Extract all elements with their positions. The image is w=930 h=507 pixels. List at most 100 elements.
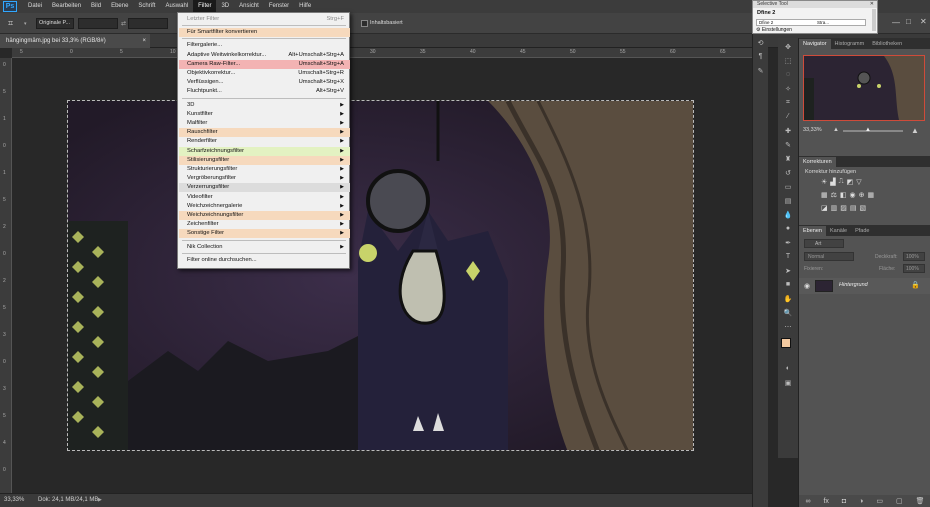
layer-filter-select[interactable]: Art — [804, 239, 844, 248]
lookup-icon[interactable]: ▦ — [868, 191, 875, 199]
filter-menu-item[interactable]: 3D ▶ — [179, 101, 350, 110]
filter-menu-item[interactable]: Rauschfilter ▶ — [179, 128, 350, 138]
stamp-tool-icon[interactable]: ♜ — [782, 153, 794, 164]
levels-icon[interactable]: ▟ — [830, 178, 835, 186]
layer-name[interactable]: Hintergrund — [839, 282, 868, 288]
zoom-out-icon[interactable]: ▲ — [833, 127, 839, 133]
curves-icon[interactable]: ⎍ — [839, 178, 844, 186]
tab-histogramm[interactable]: Histogramm — [831, 39, 869, 49]
brightness-icon[interactable]: ☀ — [821, 178, 827, 186]
hand-tool-icon[interactable]: ✋ — [782, 293, 794, 304]
adjustment-layer-icon[interactable]: ◑ — [859, 498, 863, 505]
colorbalance-icon[interactable]: ⚖ — [831, 191, 837, 199]
document-tab[interactable]: hängingmäm.jpg bei 33,3% (RGB/8#) × — [0, 34, 150, 48]
crop-tool-icon[interactable]: ⌗ — [782, 97, 794, 108]
color-swatches[interactable] — [778, 338, 798, 360]
menu-bild[interactable]: Bild — [86, 0, 106, 13]
filter-menu-item[interactable]: Videofilter ▶ — [179, 193, 350, 202]
path-select-tool-icon[interactable]: ➤ — [782, 265, 794, 276]
dodge-tool-icon[interactable]: ● — [782, 223, 794, 234]
history-icon[interactable]: ⟲ — [755, 37, 767, 48]
selective-settings[interactable]: ⚙ Einstellungen — [756, 27, 792, 33]
opacity-field[interactable]: 100% — [903, 252, 925, 261]
mask-icon[interactable]: ◘ — [842, 498, 846, 505]
threshold-icon[interactable]: ▨ — [840, 204, 847, 212]
tab-korrekturen[interactable]: Korrekturen — [799, 157, 836, 167]
trash-icon[interactable]: 🗑 — [916, 497, 925, 505]
tab-pfade[interactable]: Pfade — [851, 226, 873, 236]
tab-close-icon[interactable]: × — [142, 34, 146, 48]
filter-menu-item[interactable]: Fluchtpunkt... Alt+Strg+V — [179, 87, 350, 96]
tab-navigator[interactable]: Navigator — [799, 39, 831, 49]
lasso-tool-icon[interactable]: ◌ — [782, 69, 794, 80]
height-field[interactable] — [128, 18, 168, 29]
invert-icon[interactable]: ◪ — [821, 204, 828, 212]
link-icon[interactable]: ∞ — [805, 498, 810, 505]
pen-tool-icon[interactable]: ✒ — [782, 237, 794, 248]
filter-menu-item[interactable]: Strukturierungsfilter ▶ — [179, 165, 350, 174]
folder-icon[interactable]: ▭ — [876, 497, 883, 505]
gradient-tool-icon[interactable]: ▤ — [782, 195, 794, 206]
fx-icon[interactable]: fx — [823, 498, 828, 505]
filter-menu-item[interactable]: Verflüssigen... Umschalt+Strg+X — [179, 78, 350, 87]
zoom-tool-icon[interactable]: 🔍 — [782, 307, 794, 318]
filter-menu-item[interactable]: Scharfzeichnungsfilter ▶ — [179, 146, 350, 156]
bw-icon[interactable]: ◧ — [840, 191, 847, 199]
exposure-icon[interactable]: ◩ — [847, 178, 854, 186]
filter-menu-item[interactable]: Camera Raw-Filter... Umschalt+Strg+A — [179, 59, 350, 69]
tab-bibliotheken[interactable]: Bibliotheken — [868, 39, 906, 49]
filter-menu-item[interactable]: Verzerrungsfilter ▶ — [179, 183, 350, 193]
filter-menu-item[interactable]: Stilisierungsfilter ▶ — [179, 155, 350, 165]
width-field[interactable] — [78, 18, 118, 29]
fill-field[interactable]: 100% — [903, 264, 925, 273]
mixer-icon[interactable]: ⊕ — [859, 191, 865, 199]
marquee-tool-icon[interactable]: ⬚ — [782, 55, 794, 66]
filter-menu-item[interactable]: Malfilter ▶ — [179, 119, 350, 128]
visibility-eye-icon[interactable]: ◉ — [804, 282, 810, 290]
more-tools-icon[interactable]: ⋯ — [782, 321, 794, 332]
brush-tool-icon[interactable]: ✎ — [782, 139, 794, 150]
tab-ebenen[interactable]: Ebenen — [799, 226, 826, 236]
navigator-slider-handle[interactable]: ▲ — [865, 127, 871, 133]
layer-row[interactable]: ◉ Hintergrund 🔒 — [799, 278, 930, 294]
filter-menu-item[interactable]: Filtergalerie... — [179, 41, 350, 50]
filter-menu-item[interactable]: Weichzeichnungsfilter ▶ — [179, 211, 350, 220]
filter-menu-item[interactable]: Filter online durchsuchen... — [179, 256, 350, 265]
maximize-icon[interactable]: □ — [906, 17, 911, 26]
chevron-down-icon[interactable]: ▾ — [24, 21, 27, 27]
filter-menu-item[interactable]: Kunstfilter ▶ — [179, 110, 350, 119]
filter-menu-item[interactable]: Adaptive Weitwinkelkorrektur... Alt+Umsch… — [179, 51, 350, 60]
quick-select-tool-icon[interactable]: ✧ — [782, 83, 794, 94]
filter-menu-item[interactable]: Für Smartfilter konvertieren — [179, 28, 350, 38]
close-window-icon[interactable]: ✕ — [920, 17, 927, 26]
menu-ebene[interactable]: Ebene — [106, 0, 133, 13]
gradientmap-icon[interactable]: ▤ — [850, 204, 857, 212]
menu-datei[interactable]: Datei — [23, 0, 47, 13]
photofilter-icon[interactable]: ◉ — [850, 191, 856, 199]
posterize-icon[interactable]: ▥ — [831, 204, 838, 212]
close-icon[interactable]: ✕ — [870, 1, 874, 8]
selectivecolor-icon[interactable]: ▧ — [860, 204, 867, 212]
zoom-in-icon[interactable]: ▲ — [911, 126, 919, 135]
swap-icon[interactable]: ⇄ — [121, 20, 126, 27]
navigator-slider[interactable] — [843, 130, 903, 132]
selective-dfine-label[interactable]: Dfine 2 — [757, 10, 775, 16]
filter-menu-item[interactable]: Nik Collection ▶ — [179, 243, 350, 252]
document-image[interactable] — [67, 100, 694, 451]
blend-mode-select[interactable]: Normal — [804, 252, 854, 261]
quick-mask-icon[interactable]: ◐ — [782, 363, 794, 374]
healing-tool-icon[interactable]: ✚ — [782, 125, 794, 136]
minimize-icon[interactable]: — — [892, 18, 900, 27]
zoom-readout[interactable]: 33,33% — [4, 494, 24, 507]
type-tool-icon[interactable]: T — [782, 251, 794, 262]
menu-schrift[interactable]: Schrift — [133, 0, 160, 13]
brush-preset-icon[interactable]: ✎ — [755, 65, 767, 76]
filter-menu-item[interactable]: Sonstige Filter ▶ — [179, 229, 350, 239]
screen-mode-icon[interactable]: ▣ — [782, 377, 794, 388]
selective-scrollbar[interactable] — [872, 9, 876, 31]
vibrance-icon[interactable]: ▽ — [856, 178, 861, 186]
move-tool-icon[interactable]: ✥ — [782, 41, 794, 52]
doc-info[interactable]: Dok: 24,1 MB/24,1 MB — [38, 494, 98, 507]
foreground-color[interactable] — [781, 338, 791, 348]
selective-preset-row[interactable]: Dfine 2 Stra... — [756, 19, 866, 26]
